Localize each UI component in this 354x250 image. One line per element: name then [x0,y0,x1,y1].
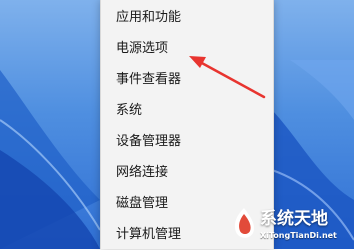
menu-item-event-viewer[interactable]: 事件查看器 [101,65,273,95]
menu-item-power-options[interactable]: 电源选项 [101,34,273,64]
menu-item-device-manager[interactable]: 设备管理器 [101,127,273,157]
menu-item-network-connections[interactable]: 网络连接 [101,158,273,188]
menu-item-label: 计算机管理 [116,227,182,242]
menu-item-apps-features[interactable]: 应用和功能 [101,3,273,33]
menu-item-label: 系统 [116,103,143,118]
watermark: 系统天地 XiTongTianDi.net [230,206,352,246]
menu-item-label: 应用和功能 [116,10,182,25]
watermark-title: 系统天地 [260,209,328,229]
menu-item-system[interactable]: 系统 [101,96,273,126]
watermark-logo-icon [234,208,254,238]
menu-item-label: 事件查看器 [116,72,182,87]
menu-item-label: 网络连接 [116,165,169,180]
watermark-url: XiTongTianDi.net [260,231,337,240]
menu-item-label: 设备管理器 [116,134,182,149]
menu-item-label: 磁盘管理 [116,196,169,211]
menu-item-label: 电源选项 [116,41,169,56]
